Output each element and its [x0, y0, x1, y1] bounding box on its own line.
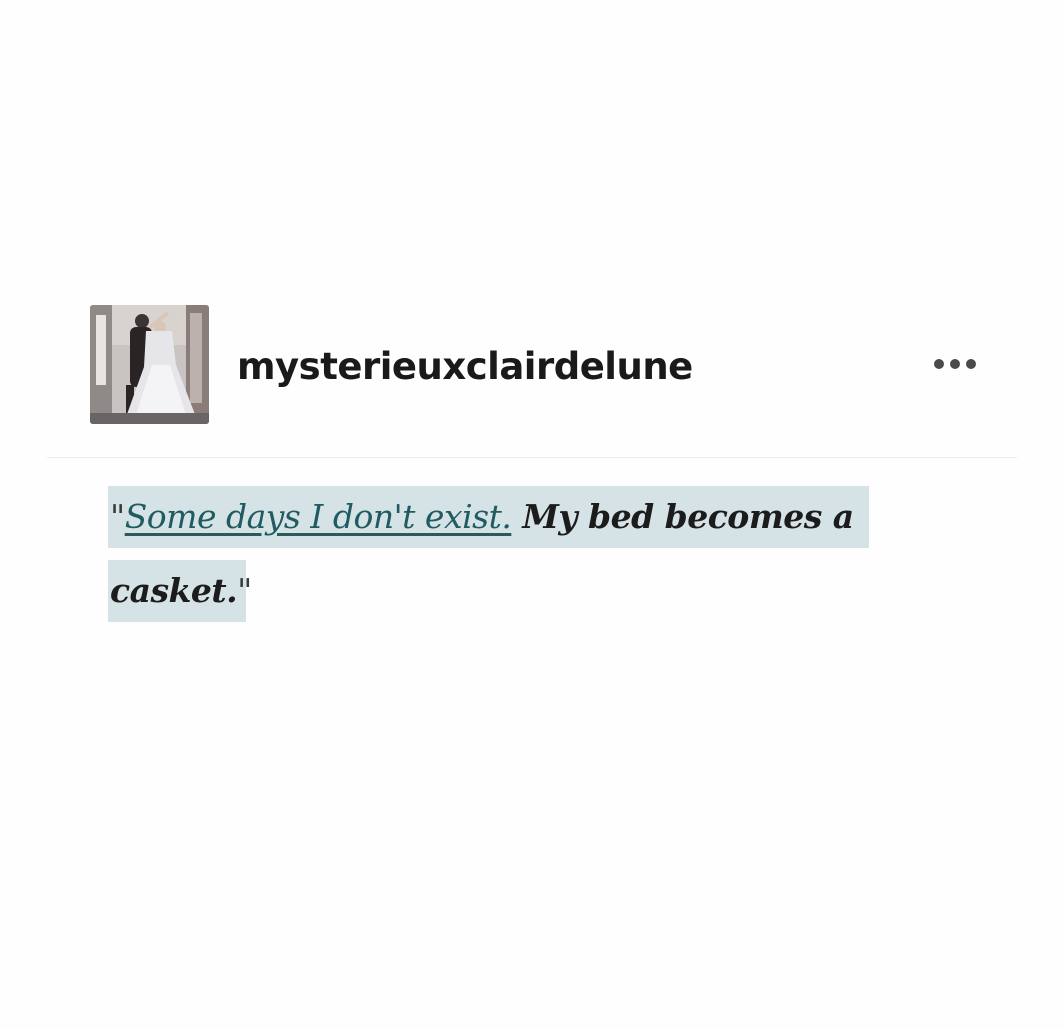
- divider: [47, 457, 1017, 458]
- avatar[interactable]: [90, 305, 209, 424]
- more-options-button[interactable]: [925, 350, 985, 378]
- quote-link[interactable]: Some days I don't exist.: [125, 497, 512, 536]
- post-header: mysterieuxclairdelune: [0, 0, 1064, 460]
- open-quote-mark: ": [110, 497, 125, 536]
- avatar-photo: [90, 305, 209, 424]
- username[interactable]: mysterieuxclairdelune: [237, 345, 693, 389]
- quote-line-1-text: My bed becomes a: [511, 497, 854, 536]
- quote-line-2-text: casket.: [110, 571, 238, 610]
- quote-line-2: casket.": [108, 560, 252, 622]
- quote-line-1: "Some days I don't exist. My bed becomes…: [108, 486, 869, 548]
- post-card: mysterieuxclairdelune "Some days I don't…: [0, 0, 1064, 1028]
- ellipsis-icon: [934, 359, 976, 369]
- close-quote-mark: ": [237, 571, 252, 610]
